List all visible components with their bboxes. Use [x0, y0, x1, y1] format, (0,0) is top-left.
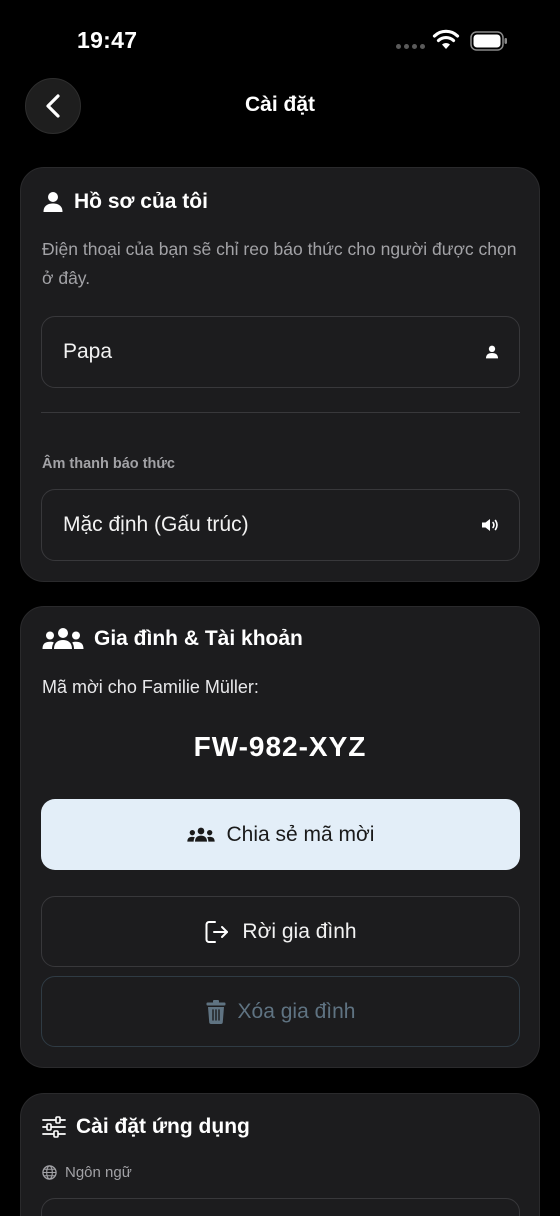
app-settings-card: Cài đặt ứng dụng Ngôn ngữ [20, 1093, 540, 1216]
share-invite-label: Chia sẻ mã mời [226, 822, 375, 846]
speaker-icon [482, 519, 498, 531]
share-invite-button[interactable]: Chia sẻ mã mời [41, 799, 520, 870]
delete-family-label: Xóa gia đình [237, 999, 356, 1023]
invite-code: FW-982-XYZ [193, 731, 367, 762]
trash-icon [206, 999, 226, 1024]
app-settings-header: Cài đặt ứng dụng [42, 1115, 250, 1139]
name-field-value: Papa [63, 340, 113, 363]
invite-text: Mã mời cho Familie Müller: [42, 677, 259, 697]
alarm-sound-label: Âm thanh báo thức [42, 456, 175, 472]
language-label-row: Ngôn ngữ [42, 1164, 132, 1181]
family-card-header: Gia đình & Tài khoản [42, 627, 303, 651]
profile-card: Hồ sơ của tôi Điện thoại của bạn sẽ chỉ … [20, 167, 540, 582]
sliders-icon [42, 1116, 66, 1138]
page-title: Cài đặt [244, 93, 315, 116]
language-select[interactable] [41, 1198, 520, 1216]
battery-icon [470, 31, 507, 51]
globe-icon [42, 1165, 57, 1180]
family-card: Gia đình & Tài khoản Mã mời cho Familie … [20, 606, 540, 1068]
status-bar: 19:47 [0, 0, 560, 80]
cellular-signal-icon [396, 44, 425, 49]
navigation-bar: Cài đặt [0, 78, 560, 136]
leave-family-button[interactable]: Rời gia đình [41, 896, 520, 967]
app-settings-title: Cài đặt ứng dụng [76, 1115, 250, 1138]
group-icon [186, 827, 215, 842]
status-time: 19:47 [77, 27, 138, 53]
profile-description: Điện thoại của bạn sẽ chỉ reo báo thức c… [42, 239, 517, 288]
alarm-sound-value: Mặc định (Gấu trúc) [63, 513, 249, 536]
wifi-icon [432, 29, 460, 49]
person-icon [43, 192, 63, 212]
delete-family-button[interactable]: Xóa gia đình [41, 976, 520, 1047]
language-label: Ngôn ngữ [65, 1164, 132, 1181]
exit-icon [205, 920, 229, 943]
name-field[interactable]: Papa [41, 316, 520, 388]
family-card-title: Gia đình & Tài khoản [94, 627, 303, 650]
profile-card-title: Hồ sơ của tôi [74, 190, 208, 213]
leave-family-label: Rời gia đình [242, 919, 357, 943]
group-icon [42, 628, 84, 649]
divider [41, 412, 520, 413]
settings-screen: 19:47 Cài đặt Hồ sơ của tôi Điện thoại c… [0, 0, 560, 1216]
alarm-sound-select[interactable]: Mặc định (Gấu trúc) [41, 489, 520, 561]
profile-card-header: Hồ sơ của tôi [42, 190, 208, 214]
person-icon [485, 345, 499, 359]
